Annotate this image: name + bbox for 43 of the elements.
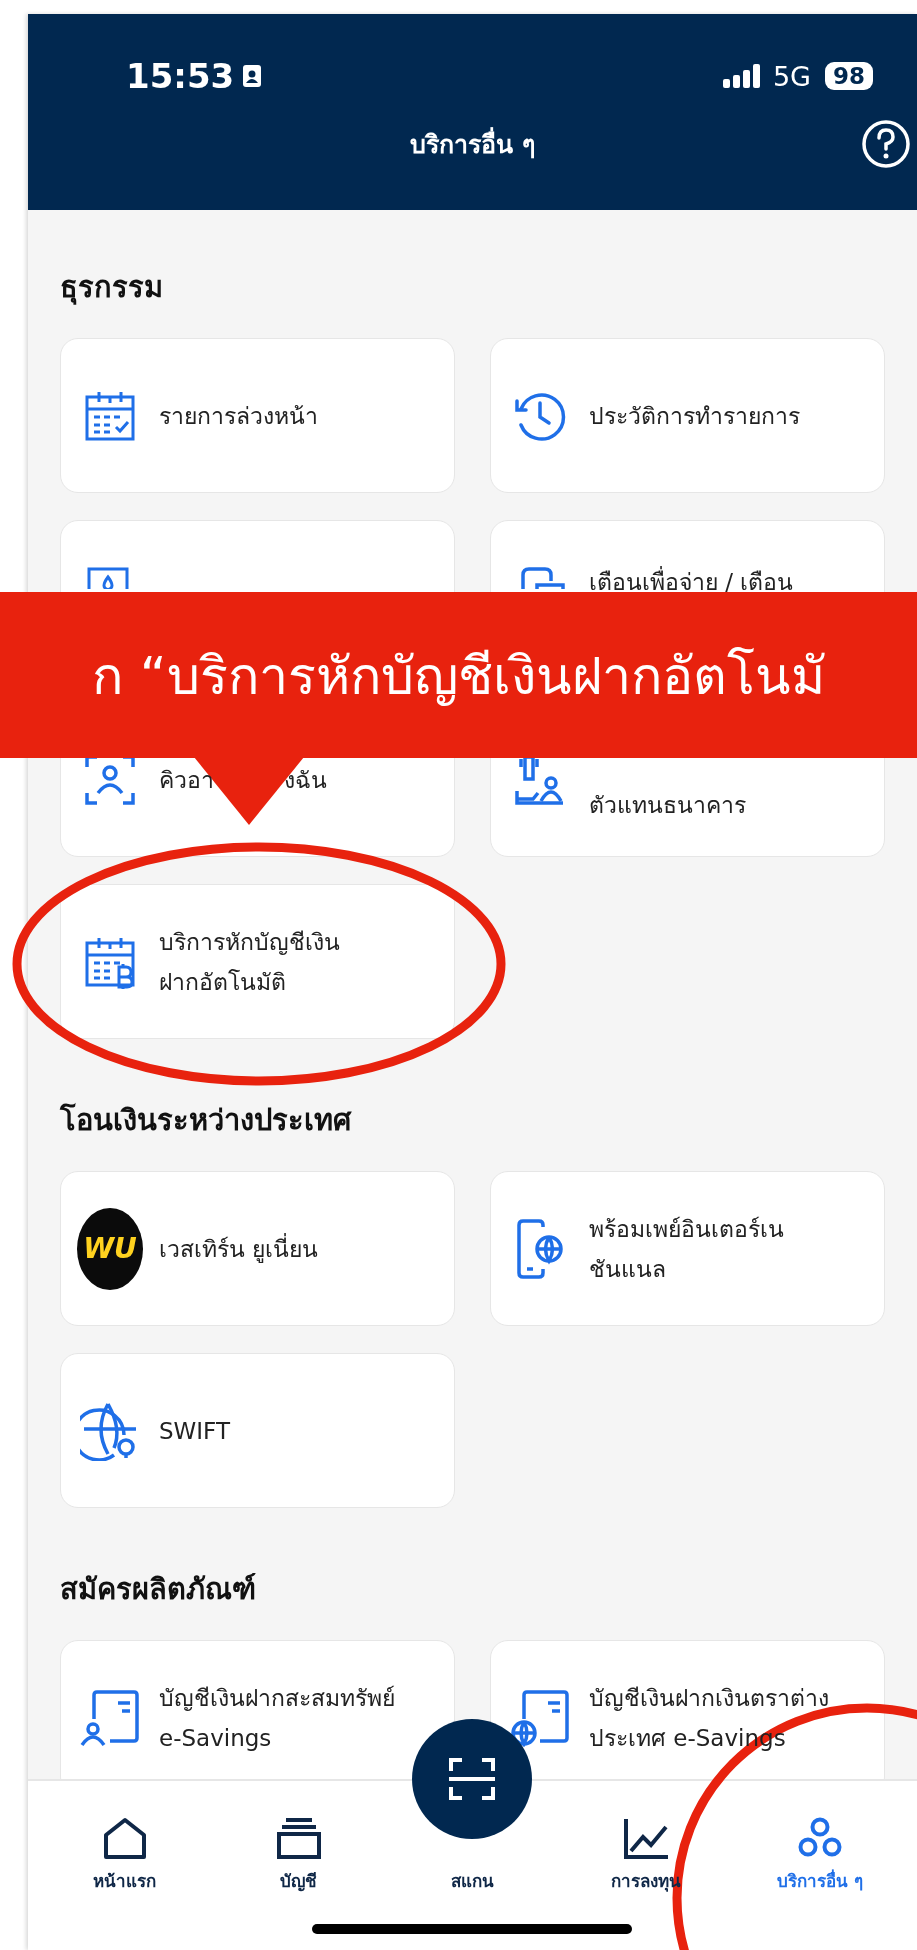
service-label: เตือนเพื่อจ่าย / เตือน [589,565,794,599]
service-card[interactable]: SWIFT [60,1353,455,1508]
service-label: บัญชีเงินฝากสะสมทรัพย์ [159,1683,395,1713]
circles-icon [797,1817,844,1859]
section-title: สมัครผลิตภัณฑ์ [60,1571,257,1608]
service-card[interactable]: รายการล่วงหน้า [60,338,455,493]
service-label: เวสเทิร์น ยูเนี่ยน [159,1232,319,1265]
help-icon[interactable] [861,119,911,169]
account-icon [80,1688,140,1747]
service-card[interactable]: WU เวสเทิร์น ยูเนี่ยน [60,1171,455,1326]
network-label: 5G [772,60,811,92]
page-title: บริการอื่น ๆ [410,124,535,164]
logo: WU [77,1207,143,1290]
service-card[interactable]: บริการหักบัญชีเงิน ฝากอัตโนมัติ [60,884,455,1039]
service-label: พร้อมเพย์อินเตอร์เน [589,1214,784,1244]
service-label: งฉัน [284,765,327,795]
service-label: SWIFT [159,1416,230,1446]
service-label: บัญชีเงินฝากเงินตราต่าง [589,1683,829,1713]
scan-icon [447,1757,498,1801]
service-label: ฝากอัตโนมัติ [159,967,287,997]
status-time: 15:53 [126,56,235,96]
stack-icon [275,1817,322,1859]
battery-indicator: 98 [825,62,873,90]
nav-tab[interactable]: บริการอื่น ๆ [733,1817,907,1903]
chart-icon [623,1817,670,1859]
signal-icon [722,64,761,88]
service-label: ประวัติการทำรายการ [589,401,800,431]
service-card[interactable]: บัญชีเงินฝากสะสมทรัพย์ e-Savings [60,1640,455,1779]
service-card[interactable]: พร้อมเพย์อินเตอร์เน ชันแนล [490,1171,885,1326]
service-label: ตัวแทนธนาคาร [589,790,746,820]
nav-tab[interactable]: หน้าแรก [38,1817,212,1903]
service-label: คิวอา [159,765,214,795]
service-card[interactable]: ประวัติการทำรายการ [490,338,885,493]
home-icon [102,1817,147,1859]
section-title: ธุรกรรม [60,269,164,307]
id-card-icon [242,64,263,88]
nav-tab[interactable]: บัญชี [211,1817,386,1903]
account-icon [510,1688,570,1747]
service-label: ชันแนล [589,1254,667,1284]
service-label: รายการล่วงหน้า [159,401,318,431]
service-label: บริการหักบัญชีเงิน [159,927,340,957]
section-title: โอนเงินระหว่างประเทศ [60,1102,353,1139]
service-label: e-Savings [159,1723,273,1753]
